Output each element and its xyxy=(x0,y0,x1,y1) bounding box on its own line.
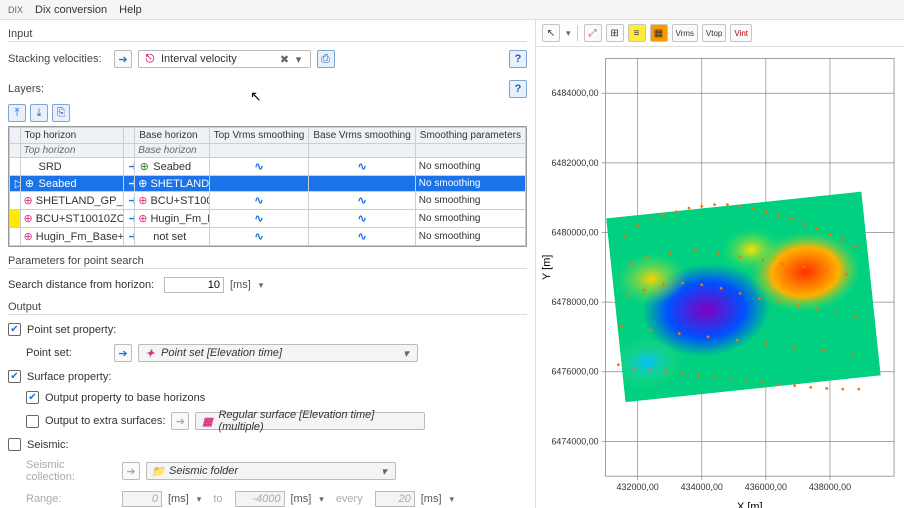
menu-dix[interactable]: Dix conversion xyxy=(35,4,107,16)
surface-checkbox[interactable] xyxy=(8,370,21,383)
help-button-1[interactable]: ? xyxy=(509,50,527,68)
help-button-2[interactable]: ? xyxy=(509,80,527,98)
stacking-dropdown[interactable]: ⎋ Interval velocity ✖ ▾ xyxy=(138,50,311,68)
outextra-checkbox[interactable] xyxy=(26,415,39,428)
vint-tool-icon[interactable]: Vint xyxy=(730,24,752,42)
arrow-icon[interactable]: ➔ xyxy=(127,177,135,189)
arrow-icon[interactable]: ➔ xyxy=(127,194,135,206)
layer-btn-1[interactable]: ⤒ xyxy=(8,104,26,122)
seismic-label: Seismic: xyxy=(27,439,69,451)
folder-icon: 📁 xyxy=(151,464,165,478)
select-tool-icon[interactable]: ↖ xyxy=(542,24,560,42)
horizon-icon: ⊕ xyxy=(138,195,147,207)
left-panel: Input Stacking velocities: ➔ ⎋ Interval … xyxy=(0,20,535,508)
range-from-input xyxy=(122,491,162,507)
stacking-extra-button[interactable]: ⎙ xyxy=(317,50,335,68)
layer-btn-2[interactable]: ⤓ xyxy=(30,104,48,122)
output-label: Output xyxy=(8,301,527,315)
table-row[interactable]: ⊕Hugin_Fm_Base+ST10010ZC11_Near_190314+S… xyxy=(10,228,526,246)
horizon-icon: ⊕ xyxy=(138,161,150,173)
vrms-tool-icon[interactable]: Vrms xyxy=(672,24,698,42)
svg-text:6474000,00: 6474000,00 xyxy=(551,436,598,446)
svg-text:434000,00: 434000,00 xyxy=(681,482,723,492)
svg-text:X [m]: X [m] xyxy=(737,501,763,508)
horizon-icon: ⊕ xyxy=(24,195,33,207)
menu-help[interactable]: Help xyxy=(119,4,142,16)
outextra-label: Output to extra surfaces: xyxy=(45,415,165,427)
surface-label: Surface property: xyxy=(27,371,111,383)
horizon-icon xyxy=(24,161,36,173)
svg-text:6482000,00: 6482000,00 xyxy=(551,158,598,168)
pointset-arrow-button[interactable]: ➔ xyxy=(114,344,132,362)
outextra-dropdown: ▦ Regular surface [Elevation time] (mult… xyxy=(195,412,425,430)
horizon-icon xyxy=(138,231,150,243)
outbase-checkbox[interactable] xyxy=(26,391,39,404)
stacking-arrow-button[interactable]: ➔ xyxy=(114,50,132,68)
pointset-dropdown[interactable]: ✦ Point set [Elevation time] ▾ xyxy=(138,344,418,362)
svg-text:6476000,00: 6476000,00 xyxy=(551,367,598,377)
chevron-down-icon[interactable]: ▾ xyxy=(292,53,306,66)
layers-label: Layers: xyxy=(8,83,108,95)
zoom-tool-icon[interactable]: ⤢ xyxy=(584,24,602,42)
pointset-checkbox[interactable] xyxy=(8,323,21,336)
table-row[interactable]: SRD➔⊕Seabed∿∿No smoothing xyxy=(10,158,526,176)
menubar: DIX Dix conversion Help xyxy=(0,0,904,20)
params-label: Parameters for point search xyxy=(8,255,527,269)
svg-text:432000,00: 432000,00 xyxy=(617,482,659,492)
clear-icon[interactable]: ✖ xyxy=(278,53,292,66)
seismic-arrow-button: ➔ xyxy=(122,462,140,480)
pointset-sub-label: Point set: xyxy=(26,347,108,359)
stacking-value: Interval velocity xyxy=(161,53,278,65)
search-unit: [ms] xyxy=(230,279,251,291)
table-row[interactable]: ⊕SHETLAND_GP_Top+ST10010ZC11_Full+STAT+T… xyxy=(10,192,526,210)
pointset-icon: ✦ xyxy=(143,346,157,360)
horizon-icon: ⊕ xyxy=(24,231,33,243)
chevron-down-icon: ▾ xyxy=(377,465,391,478)
layer-btn-3[interactable]: ⎘ xyxy=(52,104,70,122)
search-distance-input[interactable] xyxy=(164,277,224,293)
svg-text:6480000,00: 6480000,00 xyxy=(551,227,598,237)
arrow-icon[interactable]: ➔ xyxy=(127,160,135,172)
seismic-coll-label: Seismic collection: xyxy=(26,459,116,483)
svg-text:6484000,00: 6484000,00 xyxy=(551,88,598,98)
outextra-arrow-button: ➔ xyxy=(171,412,189,430)
range-to-input xyxy=(235,491,285,507)
scale-tool-icon[interactable]: ⊞ xyxy=(606,24,624,42)
pointset-placeholder: Point set [Elevation time] xyxy=(161,347,399,359)
unit-chevron-icon[interactable]: ▾ xyxy=(257,280,264,291)
outbase-label: Output property to base horizons xyxy=(45,392,205,404)
right-panel: ↖▾ ⤢ ⊞ ≡ ▦ Vrms Vtop Vint 432000,00 43400… xyxy=(535,20,904,508)
horizon-icon: ⊕ xyxy=(24,178,36,190)
svg-text:438000,00: 438000,00 xyxy=(809,482,851,492)
svg-text:Y [m]: Y [m] xyxy=(541,255,553,280)
outextra-placeholder: Regular surface [Elevation time] (multip… xyxy=(218,409,420,433)
search-distance-label: Search distance from horizon: xyxy=(8,279,158,291)
horizon-icon: ⊕ xyxy=(138,213,147,225)
range-every-input xyxy=(375,491,415,507)
app-icon: DIX xyxy=(8,5,23,15)
viewer-toolbar: ↖▾ ⤢ ⊞ ≡ ▦ Vrms Vtop Vint xyxy=(536,20,904,47)
table-row[interactable]: ⊕BCU+ST10010ZC11_Full+STAT+TIME➔⊕Hugin_F… xyxy=(10,210,526,228)
legend-tool-icon[interactable]: ≡ xyxy=(628,24,646,42)
seismic-dropdown: 📁 Seismic folder ▾ xyxy=(146,462,396,480)
stacking-label: Stacking velocities: xyxy=(8,53,108,65)
arrow-icon[interactable]: ➔ xyxy=(127,230,135,242)
seismic-checkbox[interactable] xyxy=(8,438,21,451)
svg-text:6478000,00: 6478000,00 xyxy=(551,297,598,307)
arrow-icon[interactable]: ➔ xyxy=(127,212,135,224)
range-label: Range: xyxy=(26,493,116,505)
map-plot[interactable]: 432000,00 434000,00 436000,00 438000,00 6474… xyxy=(536,47,904,508)
velocity-icon: ⎋ xyxy=(143,52,157,66)
surface-icon: ▦ xyxy=(200,414,214,428)
layers-grid[interactable]: Top horizon Base horizon Top Vrms smooth… xyxy=(8,126,527,247)
horizon-icon: ⊕ xyxy=(24,213,33,225)
pointset-label: Point set property: xyxy=(27,324,116,336)
horizon-icon: ⊕ xyxy=(138,178,147,190)
input-label: Input xyxy=(8,28,527,42)
svg-text:436000,00: 436000,00 xyxy=(745,482,787,492)
table-row[interactable]: ▷⊕Seabed➔⊕SHETLAND_G...∿∿No smoothing xyxy=(10,176,526,192)
grid-tool-icon[interactable]: ▦ xyxy=(650,24,668,42)
vtop-tool-icon[interactable]: Vtop xyxy=(702,24,726,42)
chevron-down-icon[interactable]: ▾ xyxy=(399,347,413,360)
